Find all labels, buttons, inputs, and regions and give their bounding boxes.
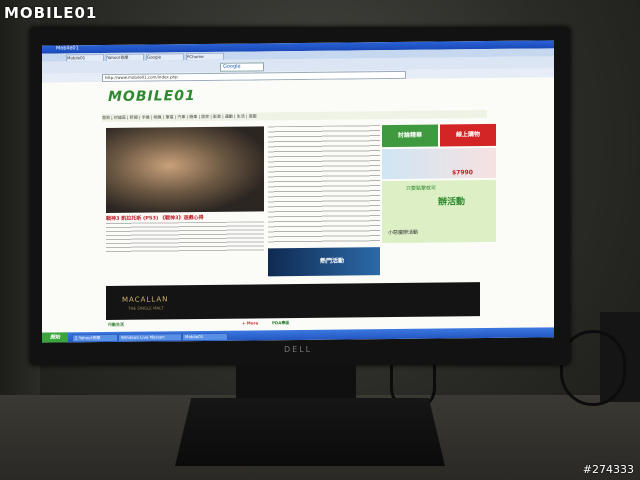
watermark-logo: MOBILE01	[4, 4, 98, 22]
more-link[interactable]: + More	[242, 320, 258, 325]
ad-discussion[interactable]: 討論精華	[382, 124, 438, 148]
news-list[interactable]	[268, 125, 380, 245]
ad-event-small: 只要點擊就可	[406, 185, 437, 192]
section-label[interactable]: 行動生活	[108, 322, 124, 328]
ad-price: $7990	[452, 169, 473, 177]
section-label[interactable]: PDA專區	[272, 320, 289, 326]
monitor-screen: Mobile01 Mobile01 Yahoo!奇摩 Google PChome…	[42, 40, 554, 343]
photo-id: #274333	[582, 463, 634, 476]
hero-text	[106, 221, 264, 254]
site-nav[interactable]: 首頁 | 討論區 | 新聞 | 手機 | 相機 | 筆電 | 汽車 | 機車 |…	[102, 110, 487, 123]
search-box[interactable]: Google	[220, 62, 264, 72]
site-logo[interactable]: MOBILE01	[108, 88, 196, 105]
monitor-stand-base	[175, 398, 445, 466]
promo-banner[interactable]: 熱門活動	[268, 247, 380, 277]
hero-image[interactable]	[106, 126, 264, 214]
ad-product[interactable]	[382, 147, 496, 180]
macallan-banner[interactable]: MACALLAN THE SINGLE MALT	[106, 282, 480, 321]
taskbar-item[interactable]: Windows Live Messen	[118, 333, 182, 342]
webpage-content: MOBILE01 首頁 | 討論區 | 新聞 | 手機 | 相機 | 筆電 | …	[42, 77, 554, 333]
ad-event-bottom: 小惡魔辦活動	[388, 229, 419, 237]
ad-shopping[interactable]: 線上購物	[440, 123, 496, 147]
banner-brand: MACALLAN	[122, 295, 169, 304]
taskbar-item[interactable]: 2 Yahoo!奇摩	[72, 333, 118, 343]
taskbar-item[interactable]: Mobile01	[182, 332, 228, 342]
start-button[interactable]: 開始	[42, 332, 68, 343]
monitor-brand-logo: DELL	[284, 345, 313, 354]
window-title: Mobile01	[56, 45, 79, 52]
promo-label: 熱門活動	[320, 257, 345, 265]
ad-event[interactable]: 只要點擊就可 辦活動 小惡魔辦活動	[382, 179, 496, 244]
hero-title[interactable]: 戰神3 凱拉托斯 (PS3) 《戰神3》遊戲心得	[106, 214, 204, 222]
banner-sub: THE SINGLE MALT	[128, 305, 164, 311]
ad-event-big: 辦活動	[438, 197, 466, 208]
